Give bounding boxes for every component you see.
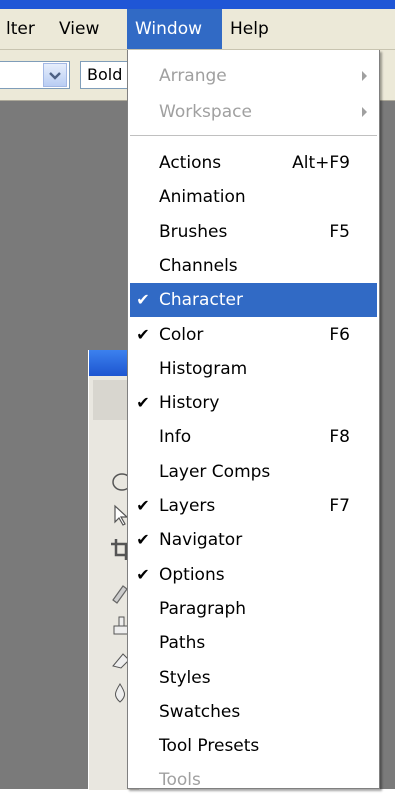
menu-item-options[interactable]: ✔ Options xyxy=(130,558,377,592)
menu-item-label: Navigator xyxy=(159,530,243,550)
checkmark-icon: ✔ xyxy=(136,565,150,584)
font-family-select[interactable] xyxy=(0,61,70,89)
font-style-value: Bold xyxy=(87,65,123,84)
menu-item-paths[interactable]: Paths xyxy=(130,626,377,660)
menu-item-layer-comps[interactable]: Layer Comps xyxy=(130,455,377,489)
menu-item-label: Swatches xyxy=(159,702,241,722)
checkmark-icon: ✔ xyxy=(136,290,150,309)
menu-item-color[interactable]: ✔ Color F6 xyxy=(130,318,377,352)
menu-item-paragraph[interactable]: Paragraph xyxy=(130,592,377,626)
menu-item-label: Brushes xyxy=(159,222,228,242)
menu-item-brushes[interactable]: Brushes F5 xyxy=(130,215,377,249)
checkmark-icon: ✔ xyxy=(136,496,150,515)
menu-item-tools[interactable]: Tools xyxy=(130,763,377,797)
menu-item-label: Color xyxy=(159,325,204,345)
font-style-select[interactable]: Bold xyxy=(80,61,132,89)
menu-item-label: Tools xyxy=(159,770,201,790)
menu-item-history[interactable]: ✔ History xyxy=(130,386,377,420)
menu-item-label: Paragraph xyxy=(159,599,247,619)
menu-item-label: Actions xyxy=(159,153,222,173)
menu-item-character[interactable]: ✔ Character xyxy=(130,283,377,317)
menu-item-arrange[interactable]: Arrange xyxy=(130,59,377,93)
menu-item-styles[interactable]: Styles xyxy=(130,661,377,695)
menu-item-actions[interactable]: Actions Alt+F9 xyxy=(130,146,377,180)
submenu-arrow-icon xyxy=(362,107,367,117)
menu-help[interactable]: Help xyxy=(222,9,277,49)
checkmark-icon: ✔ xyxy=(136,325,150,344)
menu-item-layers[interactable]: ✔ Layers F7 xyxy=(130,489,377,523)
menu-item-label: Paths xyxy=(159,633,206,653)
menu-item-label: Tool Presets xyxy=(159,736,260,756)
menu-item-tool-presets[interactable]: Tool Presets xyxy=(130,729,377,763)
menu-item-label: Layers xyxy=(159,496,216,516)
menu-window[interactable]: Window xyxy=(127,9,222,49)
menu-item-label: History xyxy=(159,393,220,413)
menu-item-swatches[interactable]: Swatches xyxy=(130,695,377,729)
menu-item-animation[interactable]: Animation xyxy=(130,180,377,214)
menu-item-info[interactable]: Info F8 xyxy=(130,420,377,454)
menu-item-shortcut: F8 xyxy=(329,427,350,447)
checkmark-icon: ✔ xyxy=(136,393,150,412)
menu-item-navigator[interactable]: ✔ Navigator xyxy=(130,523,377,557)
menu-item-shortcut: F5 xyxy=(329,222,350,242)
window-menu-dropdown: Arrange Workspace Actions Alt+F9 Animation… xyxy=(127,50,380,790)
font-family-dropdown-button[interactable] xyxy=(43,63,67,87)
menu-item-label: Character xyxy=(159,290,243,310)
menu-item-label: Layer Comps xyxy=(159,462,271,482)
menu-view[interactable]: View xyxy=(51,9,107,49)
menu-item-shortcut: F6 xyxy=(329,325,350,345)
menu-item-histogram[interactable]: Histogram xyxy=(130,352,377,386)
menu-item-label: Animation xyxy=(159,187,246,207)
menu-bar: lter View Window Help xyxy=(0,9,395,50)
menu-item-shortcut: Alt+F9 xyxy=(292,153,350,173)
submenu-arrow-icon xyxy=(362,71,367,81)
menu-item-label: Options xyxy=(159,565,225,585)
menu-filter[interactable]: lter xyxy=(0,9,43,49)
menu-item-workspace[interactable]: Workspace xyxy=(130,95,377,129)
menu-separator xyxy=(130,135,377,136)
menu-item-label: Info xyxy=(159,427,192,447)
title-bar-strip xyxy=(0,0,395,9)
menu-item-label: Channels xyxy=(159,256,238,276)
menu-item-shortcut: F7 xyxy=(329,496,350,516)
checkmark-icon: ✔ xyxy=(136,530,150,549)
menu-item-label: Styles xyxy=(159,668,211,688)
menu-item-label: Histogram xyxy=(159,359,248,379)
chevron-down-icon xyxy=(49,72,61,80)
menu-item-channels[interactable]: Channels xyxy=(130,249,377,283)
